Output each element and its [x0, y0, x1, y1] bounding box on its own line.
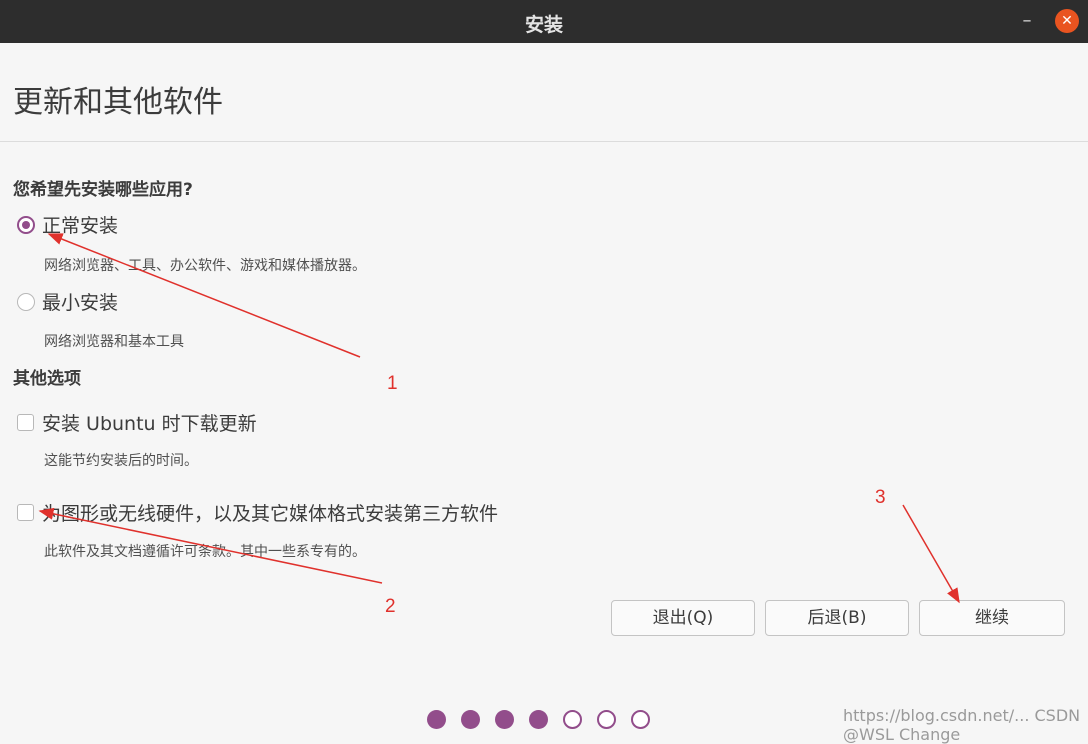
download-updates-label: 安装 Ubuntu 时下载更新	[42, 413, 257, 435]
normal-install-description: 网络浏览器、工具、办公软件、游戏和媒体播放器。	[44, 258, 366, 274]
page-title: 更新和其他软件	[13, 85, 223, 120]
checkbox-unchecked-icon	[17, 504, 34, 521]
annotation-label-1: 1	[387, 373, 398, 394]
minimal-install-description: 网络浏览器和基本工具	[44, 334, 184, 350]
download-updates-checkbox[interactable]: 安装 Ubuntu 时下载更新	[17, 409, 257, 436]
minimal-install-radio[interactable]: 最小安装	[17, 288, 118, 315]
minimize-button[interactable]: –	[1015, 9, 1039, 33]
other-options-heading: 其他选项	[13, 369, 81, 389]
progress-dot	[461, 710, 480, 729]
progress-dot	[563, 710, 582, 729]
third-party-software-description: 此软件及其文档遵循许可条款。其中一些系专有的。	[44, 544, 366, 560]
third-party-software-label: 为图形或无线硬件，以及其它媒体格式安装第三方软件	[42, 503, 499, 525]
minimal-install-label: 最小安装	[42, 292, 119, 314]
normal-install-label: 正常安装	[42, 215, 119, 237]
watermark: https://blog.csdn.net/... CSDN @WSL Chan…	[843, 706, 1081, 744]
progress-dot	[495, 710, 514, 729]
window-titlebar: 安装 – ✕	[0, 0, 1088, 43]
quit-button[interactable]: 退出(Q)	[611, 600, 755, 636]
progress-dot	[427, 710, 446, 729]
install-type-question: 您希望先安装哪些应用?	[13, 180, 193, 200]
download-updates-description: 这能节约安装后的时间。	[44, 453, 198, 469]
close-button[interactable]: ✕	[1055, 9, 1079, 33]
arrow-to-continue-button	[902, 504, 960, 604]
checkbox-unchecked-icon	[17, 414, 34, 431]
annotation-label-3: 3	[875, 487, 886, 508]
normal-install-radio[interactable]: 正常安装	[17, 211, 118, 238]
window-title: 安装	[524, 14, 563, 36]
progress-dot	[597, 710, 616, 729]
continue-button[interactable]: 继续	[919, 600, 1065, 636]
annotation-label-2: 2	[385, 596, 396, 617]
title-divider	[0, 141, 1088, 142]
progress-dot	[631, 710, 650, 729]
radio-selected-icon	[17, 215, 35, 234]
radio-unselected-icon	[17, 292, 35, 311]
back-button[interactable]: 后退(B)	[765, 600, 909, 636]
progress-dot	[529, 710, 548, 729]
third-party-software-checkbox[interactable]: 为图形或无线硬件，以及其它媒体格式安装第三方软件	[17, 499, 498, 526]
